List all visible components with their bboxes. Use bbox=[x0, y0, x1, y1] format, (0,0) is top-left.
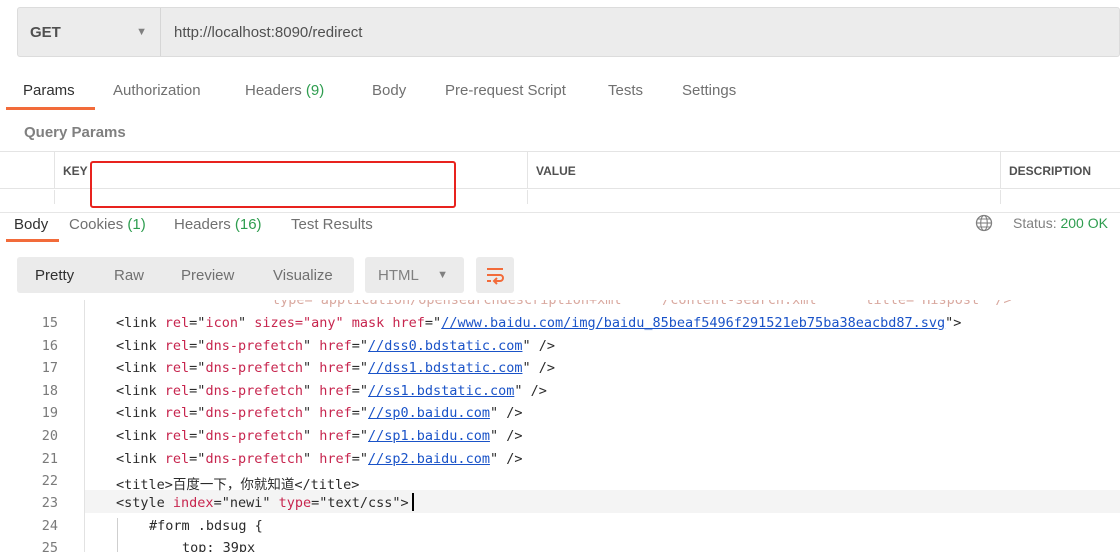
url-text: http://localhost:8090/redirect bbox=[174, 23, 363, 41]
tab-headers[interactable]: Headers (9) bbox=[245, 82, 324, 99]
indent-guide bbox=[117, 518, 118, 552]
code-line: <title>百度一下，你就知道</title> bbox=[116, 477, 360, 493]
wrap-lines-icon bbox=[487, 268, 504, 285]
active-response-tab-indicator bbox=[6, 239, 59, 242]
code-line: <style index="newi" type="text/css"> bbox=[116, 495, 409, 511]
column-description: DESCRIPTION bbox=[1000, 152, 1120, 189]
method-label: GET bbox=[30, 23, 61, 41]
query-params-title: Query Params bbox=[24, 124, 126, 141]
clipped-line: type="application/opensearchdescription+… bbox=[272, 300, 1012, 308]
line-number: 23 bbox=[41, 495, 58, 511]
tab-settings[interactable]: Settings bbox=[682, 82, 736, 99]
tab-test-results[interactable]: Test Results bbox=[291, 216, 373, 233]
url-input[interactable]: http://localhost:8090/redirect bbox=[161, 8, 1119, 56]
line-number: 17 bbox=[41, 360, 58, 377]
code-line: <link rel="icon" sizes="any" mask href="… bbox=[116, 315, 962, 331]
pretty-button[interactable]: Pretty bbox=[35, 267, 74, 284]
chevron-down-icon: ▼ bbox=[136, 26, 147, 38]
line-number: 24 bbox=[41, 518, 58, 534]
request-bar: GET ▼ http://localhost:8090/redirect bbox=[17, 7, 1120, 57]
line-number: 21 bbox=[41, 450, 58, 467]
line-number: 18 bbox=[41, 382, 58, 399]
tab-response-body[interactable]: Body bbox=[14, 216, 48, 233]
tab-response-headers[interactable]: Headers (16) bbox=[174, 216, 262, 233]
code-line: <link rel="dns-prefetch" href="//ss1.bds… bbox=[116, 382, 547, 399]
href-link: //dss1.bdstatic.com bbox=[368, 360, 523, 377]
line-number: 16 bbox=[41, 337, 58, 354]
status-value: 200 OK bbox=[1060, 215, 1108, 231]
tab-authorization[interactable]: Authorization bbox=[113, 82, 201, 99]
tab-tests[interactable]: Tests bbox=[608, 82, 643, 99]
href-link: //www.baidu.com/img/baidu_85beaf5496f291… bbox=[441, 315, 946, 331]
line-number: 15 bbox=[41, 315, 58, 331]
description-cell[interactable] bbox=[1000, 190, 1120, 204]
code-line: top: 39px bbox=[182, 540, 256, 552]
raw-button[interactable]: Raw bbox=[114, 267, 144, 284]
code-line: <link rel="dns-prefetch" href="//dss0.bd… bbox=[116, 337, 555, 354]
code-line: <link rel="dns-prefetch" href="//dss1.bd… bbox=[116, 360, 555, 377]
href-link: //ss1.bdstatic.com bbox=[368, 382, 515, 399]
globe-icon[interactable] bbox=[975, 214, 993, 232]
gutter-divider bbox=[84, 300, 85, 552]
value-cell[interactable] bbox=[527, 190, 1001, 204]
visualize-button[interactable]: Visualize bbox=[273, 267, 333, 284]
response-headers-count: (16) bbox=[234, 216, 262, 233]
code-viewer[interactable]: type="application/opensearchdescription+… bbox=[0, 300, 1120, 552]
cookies-count: (1) bbox=[127, 216, 146, 233]
href-link: //sp0.baidu.com bbox=[368, 405, 490, 422]
request-tabs: Params Authorization Headers (9) Body Pr… bbox=[0, 78, 1120, 110]
line-number: 19 bbox=[41, 405, 58, 422]
format-label: HTML bbox=[378, 266, 419, 284]
method-select[interactable]: GET ▼ bbox=[18, 8, 161, 56]
code-line: <link rel="dns-prefetch" href="//sp2.bai… bbox=[116, 450, 523, 467]
code-line: <link rel="dns-prefetch" href="//sp1.bai… bbox=[116, 428, 523, 444]
wrap-lines-button[interactable] bbox=[476, 257, 514, 293]
active-tab-indicator bbox=[6, 107, 95, 110]
column-value: VALUE bbox=[527, 152, 1001, 189]
code-line: #form .bdsug { bbox=[149, 518, 263, 534]
line-number: 22 bbox=[41, 473, 58, 489]
href-link: //sp2.baidu.com bbox=[368, 450, 490, 467]
annotation-box bbox=[90, 161, 456, 208]
code-line: <link rel="dns-prefetch" href="//sp0.bai… bbox=[116, 405, 523, 422]
tab-body[interactable]: Body bbox=[372, 82, 406, 99]
text-cursor bbox=[412, 493, 414, 511]
status-label: Status: bbox=[1013, 215, 1057, 231]
tab-pre-request-script[interactable]: Pre-request Script bbox=[445, 82, 566, 99]
headers-count: (9) bbox=[305, 82, 325, 99]
response-status: Status: 200 OK bbox=[1013, 215, 1108, 231]
tab-cookies[interactable]: Cookies (1) bbox=[69, 216, 146, 233]
line-number: 25 bbox=[41, 540, 58, 552]
preview-button[interactable]: Preview bbox=[181, 267, 234, 284]
href-link: //sp1.baidu.com bbox=[368, 428, 490, 444]
response-tabs: Body Cookies (1) Headers (16) Test Resul… bbox=[0, 212, 1120, 242]
view-mode-group: Pretty Raw Preview Visualize bbox=[17, 257, 354, 293]
tab-params[interactable]: Params bbox=[23, 82, 75, 99]
href-link: //dss0.bdstatic.com bbox=[368, 337, 523, 354]
format-select[interactable]: HTML ▼ bbox=[365, 257, 464, 293]
chevron-down-icon: ▼ bbox=[437, 269, 448, 281]
line-number: 20 bbox=[41, 428, 58, 444]
